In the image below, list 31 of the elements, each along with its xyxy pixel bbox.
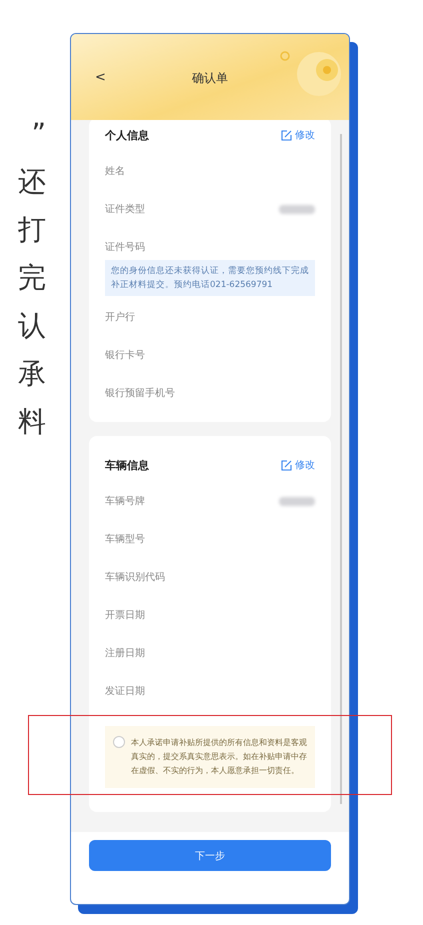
field-label: 发证日期 [105, 684, 145, 698]
field-label: 开户行 [105, 310, 135, 324]
page-title: 确认单 [191, 70, 229, 87]
article-text: ” [31, 118, 46, 150]
field-label: 银行卡号 [105, 348, 145, 362]
section-title: 个人信息 [105, 128, 149, 142]
notice-message: 您的身份信息还未获得认证，需要您预约线下完成补正材料提交。预约电话021-62569791 [105, 260, 315, 296]
field-label: 银行预留手机号 [105, 386, 175, 400]
article-text: 打 [18, 214, 46, 246]
agreement-checkbox[interactable] [113, 736, 125, 748]
field-label: 证件类型 [105, 202, 145, 216]
article-text: 承 [18, 358, 46, 390]
article-text: 认 [18, 310, 46, 342]
section-title: 车辆信息 [105, 458, 149, 472]
back-button[interactable]: < [95, 70, 106, 85]
field-label: 车辆号牌 [105, 494, 145, 508]
edit-icon [281, 130, 292, 140]
field-label: 姓名 [105, 165, 125, 178]
edit-icon [281, 460, 292, 470]
field-label: 车辆识别代码 [105, 570, 165, 584]
field-label: 证件号码 [105, 241, 145, 254]
article-text: 完 [18, 262, 46, 294]
field-label: 车辆型号 [105, 532, 145, 546]
field-label: 开票日期 [105, 608, 145, 622]
article-text: 还 [18, 166, 46, 198]
edit-button[interactable]: 修改 [281, 458, 315, 472]
article-text: 料 [18, 406, 46, 438]
field-label: 注册日期 [105, 646, 145, 660]
edit-button[interactable]: 修改 [281, 128, 315, 142]
agreement-text: 本人承诺申请补贴所提供的所有信息和资料是客观真实的，提交系真实意思表示。如在补贴申请中存在虚假、不实的行为，本人愿意承担一切责任。 [131, 737, 307, 777]
next-button[interactable]: 下一步 [89, 840, 331, 871]
